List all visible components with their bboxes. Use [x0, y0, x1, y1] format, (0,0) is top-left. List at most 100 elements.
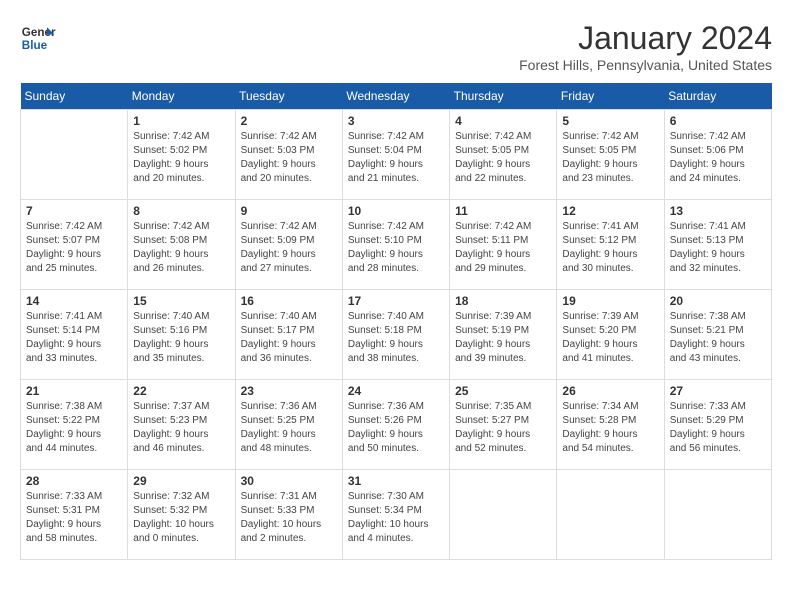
day-info: Sunrise: 7:37 AM Sunset: 5:23 PM Dayligh… — [133, 400, 229, 456]
day-number: 25 — [455, 384, 551, 398]
day-number: 14 — [26, 294, 122, 308]
day-info: Sunrise: 7:39 AM Sunset: 5:20 PM Dayligh… — [562, 310, 658, 366]
day-info: Sunrise: 7:40 AM Sunset: 5:16 PM Dayligh… — [133, 310, 229, 366]
calendar-cell: 29 Sunrise: 7:32 AM Sunset: 5:32 PM Dayli… — [128, 470, 235, 560]
calendar-cell: 18 Sunrise: 7:39 AM Sunset: 5:19 PM Dayli… — [450, 290, 557, 380]
calendar-week-row: 14 Sunrise: 7:41 AM Sunset: 5:14 PM Dayli… — [21, 290, 772, 380]
calendar-cell: 31Sunrise: 7:30 AM Sunset: 5:34 PM Dayli… — [342, 470, 449, 560]
day-number: 13 — [670, 204, 766, 218]
day-number: 16 — [241, 294, 337, 308]
day-number: 6 — [670, 114, 766, 128]
header-friday: Friday — [557, 83, 664, 110]
calendar-cell: 3 Sunrise: 7:42 AM Sunset: 5:04 PM Daylig… — [342, 110, 449, 200]
day-info: Sunrise: 7:36 AM Sunset: 5:26 PM Dayligh… — [348, 400, 444, 456]
day-info: Sunrise: 7:42 AM Sunset: 5:10 PM Dayligh… — [348, 220, 444, 276]
day-info: Sunrise: 7:41 AM Sunset: 5:14 PM Dayligh… — [26, 310, 122, 366]
calendar-week-row: 28 Sunrise: 7:33 AM Sunset: 5:31 PM Dayli… — [21, 470, 772, 560]
header-saturday: Saturday — [664, 83, 771, 110]
day-info: Sunrise: 7:32 AM Sunset: 5:32 PM Dayligh… — [133, 490, 229, 546]
day-info: Sunrise: 7:31 AM Sunset: 5:33 PM Dayligh… — [241, 490, 337, 546]
day-number: 22 — [133, 384, 229, 398]
title-block: January 2024 Forest Hills, Pennsylvania,… — [519, 20, 772, 73]
calendar-cell: 22 Sunrise: 7:37 AM Sunset: 5:23 PM Dayli… — [128, 380, 235, 470]
calendar-cell: 7Sunrise: 7:42 AM Sunset: 5:07 PM Daylig… — [21, 200, 128, 290]
calendar-cell: 19 Sunrise: 7:39 AM Sunset: 5:20 PM Dayli… — [557, 290, 664, 380]
logo: General Blue — [20, 20, 56, 56]
day-number: 28 — [26, 474, 122, 488]
day-number: 27 — [670, 384, 766, 398]
calendar-cell — [21, 110, 128, 200]
day-info: Sunrise: 7:41 AM Sunset: 5:13 PM Dayligh… — [670, 220, 766, 276]
day-number: 31 — [348, 474, 444, 488]
calendar-cell: 5Sunrise: 7:42 AM Sunset: 5:05 PM Daylig… — [557, 110, 664, 200]
day-info: Sunrise: 7:41 AM Sunset: 5:12 PM Dayligh… — [562, 220, 658, 276]
page-header: General Blue January 2024 Forest Hills, … — [20, 20, 772, 73]
header-wednesday: Wednesday — [342, 83, 449, 110]
calendar-cell: 20 Sunrise: 7:38 AM Sunset: 5:21 PM Dayli… — [664, 290, 771, 380]
calendar-header-row: SundayMondayTuesdayWednesdayThursdayFrid… — [21, 83, 772, 110]
month-title: January 2024 — [519, 20, 772, 57]
day-info: Sunrise: 7:42 AM Sunset: 5:05 PM Dayligh… — [455, 130, 551, 186]
calendar-cell: 16 Sunrise: 7:40 AM Sunset: 5:17 PM Dayli… — [235, 290, 342, 380]
day-number: 4 — [455, 114, 551, 128]
calendar-cell: 21 Sunrise: 7:38 AM Sunset: 5:22 PM Dayli… — [21, 380, 128, 470]
day-number: 21 — [26, 384, 122, 398]
header-tuesday: Tuesday — [235, 83, 342, 110]
day-info: Sunrise: 7:34 AM Sunset: 5:28 PM Dayligh… — [562, 400, 658, 456]
calendar-table: SundayMondayTuesdayWednesdayThursdayFrid… — [20, 83, 772, 560]
day-info: Sunrise: 7:38 AM Sunset: 5:22 PM Dayligh… — [26, 400, 122, 456]
day-info: Sunrise: 7:38 AM Sunset: 5:21 PM Dayligh… — [670, 310, 766, 366]
day-number: 18 — [455, 294, 551, 308]
day-number: 30 — [241, 474, 337, 488]
calendar-cell: 4 Sunrise: 7:42 AM Sunset: 5:05 PM Daylig… — [450, 110, 557, 200]
calendar-cell: 25 Sunrise: 7:35 AM Sunset: 5:27 PM Dayli… — [450, 380, 557, 470]
day-number: 10 — [348, 204, 444, 218]
calendar-cell: 11Sunrise: 7:42 AM Sunset: 5:11 PM Dayli… — [450, 200, 557, 290]
day-info: Sunrise: 7:42 AM Sunset: 5:11 PM Dayligh… — [455, 220, 551, 276]
day-number: 2 — [241, 114, 337, 128]
calendar-cell: 6 Sunrise: 7:42 AM Sunset: 5:06 PM Daylig… — [664, 110, 771, 200]
day-info: Sunrise: 7:42 AM Sunset: 5:08 PM Dayligh… — [133, 220, 229, 276]
calendar-cell: 23Sunrise: 7:36 AM Sunset: 5:25 PM Dayli… — [235, 380, 342, 470]
calendar-cell: 15 Sunrise: 7:40 AM Sunset: 5:16 PM Dayli… — [128, 290, 235, 380]
calendar-cell: 24 Sunrise: 7:36 AM Sunset: 5:26 PM Dayli… — [342, 380, 449, 470]
day-info: Sunrise: 7:42 AM Sunset: 5:03 PM Dayligh… — [241, 130, 337, 186]
day-number: 23 — [241, 384, 337, 398]
day-info: Sunrise: 7:33 AM Sunset: 5:31 PM Dayligh… — [26, 490, 122, 546]
day-info: Sunrise: 7:42 AM Sunset: 5:05 PM Dayligh… — [562, 130, 658, 186]
day-info: Sunrise: 7:42 AM Sunset: 5:07 PM Dayligh… — [26, 220, 122, 276]
day-number: 3 — [348, 114, 444, 128]
calendar-cell: 14 Sunrise: 7:41 AM Sunset: 5:14 PM Dayli… — [21, 290, 128, 380]
day-number: 12 — [562, 204, 658, 218]
calendar-week-row: 7Sunrise: 7:42 AM Sunset: 5:07 PM Daylig… — [21, 200, 772, 290]
day-number: 24 — [348, 384, 444, 398]
day-info: Sunrise: 7:42 AM Sunset: 5:02 PM Dayligh… — [133, 130, 229, 186]
header-thursday: Thursday — [450, 83, 557, 110]
day-number: 15 — [133, 294, 229, 308]
day-number: 29 — [133, 474, 229, 488]
svg-text:Blue: Blue — [22, 39, 48, 52]
calendar-cell: 10 Sunrise: 7:42 AM Sunset: 5:10 PM Dayli… — [342, 200, 449, 290]
day-info: Sunrise: 7:39 AM Sunset: 5:19 PM Dayligh… — [455, 310, 551, 366]
day-info: Sunrise: 7:35 AM Sunset: 5:27 PM Dayligh… — [455, 400, 551, 456]
day-info: Sunrise: 7:40 AM Sunset: 5:18 PM Dayligh… — [348, 310, 444, 366]
day-number: 8 — [133, 204, 229, 218]
calendar-cell: 9Sunrise: 7:42 AM Sunset: 5:09 PM Daylig… — [235, 200, 342, 290]
calendar-cell — [450, 470, 557, 560]
calendar-cell: 12 Sunrise: 7:41 AM Sunset: 5:12 PM Dayli… — [557, 200, 664, 290]
day-number: 20 — [670, 294, 766, 308]
day-number: 19 — [562, 294, 658, 308]
calendar-week-row: 1Sunrise: 7:42 AM Sunset: 5:02 PM Daylig… — [21, 110, 772, 200]
logo-icon: General Blue — [20, 20, 56, 56]
calendar-cell: 26 Sunrise: 7:34 AM Sunset: 5:28 PM Dayli… — [557, 380, 664, 470]
day-info: Sunrise: 7:42 AM Sunset: 5:04 PM Dayligh… — [348, 130, 444, 186]
day-info: Sunrise: 7:42 AM Sunset: 5:06 PM Dayligh… — [670, 130, 766, 186]
calendar-cell: 8 Sunrise: 7:42 AM Sunset: 5:08 PM Daylig… — [128, 200, 235, 290]
day-number: 17 — [348, 294, 444, 308]
calendar-cell: 2 Sunrise: 7:42 AM Sunset: 5:03 PM Daylig… — [235, 110, 342, 200]
header-sunday: Sunday — [21, 83, 128, 110]
day-info: Sunrise: 7:33 AM Sunset: 5:29 PM Dayligh… — [670, 400, 766, 456]
day-number: 26 — [562, 384, 658, 398]
day-info: Sunrise: 7:40 AM Sunset: 5:17 PM Dayligh… — [241, 310, 337, 366]
location: Forest Hills, Pennsylvania, United State… — [519, 57, 772, 73]
